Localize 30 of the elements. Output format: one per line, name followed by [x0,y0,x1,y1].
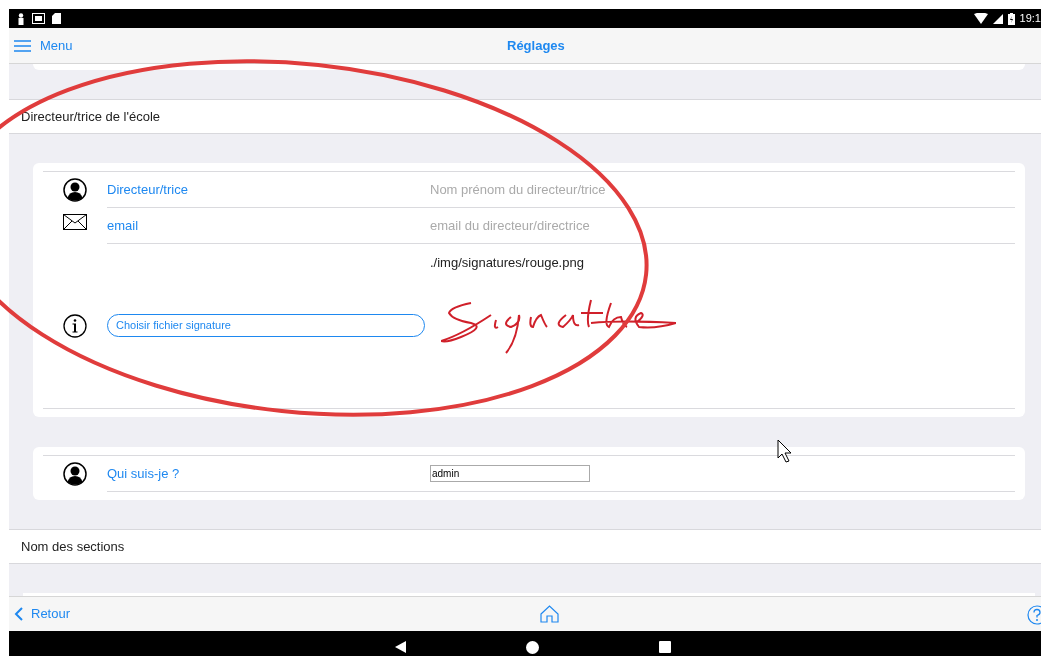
person-status-icon [17,12,25,25]
back-button[interactable]: Retour [14,604,71,624]
text-field[interactable]: email du directeur/directrice [430,215,730,236]
back-nav-icon[interactable] [395,641,406,653]
recents-nav-icon[interactable] [659,641,671,653]
chevron-left-icon[interactable] [14,607,23,621]
help-icon[interactable] [1027,605,1041,625]
home-icon[interactable] [540,605,559,623]
page-title: Réglages [507,36,565,55]
clock-time: 19:1 [1019,11,1041,27]
menu-icon[interactable] [14,39,31,52]
text-field[interactable]: admin [430,465,590,482]
field-label: email [107,216,140,235]
home-nav-icon[interactable] [526,641,539,654]
person-icon [63,462,87,486]
sd-card-icon [52,13,61,24]
wifi-icon [973,13,988,24]
mail-icon [63,214,87,230]
battery-icon [1007,12,1015,25]
field-label: Directeur/trice [107,180,189,199]
file-path: ./img/signatures/rouge.png [430,253,584,272]
section-header: Nom des sections [9,529,1041,564]
field-label: Qui suis-je ? [107,464,181,483]
info-icon [63,314,87,338]
mail-status-icon [32,13,45,24]
signal-icon [992,13,1003,24]
person-icon [63,178,87,202]
text-field[interactable]: Nom prénom du directeur/trice [430,179,730,200]
menu-button[interactable]: Menu [14,35,73,56]
section-header: Directeur/trice de l'école [9,99,1041,134]
